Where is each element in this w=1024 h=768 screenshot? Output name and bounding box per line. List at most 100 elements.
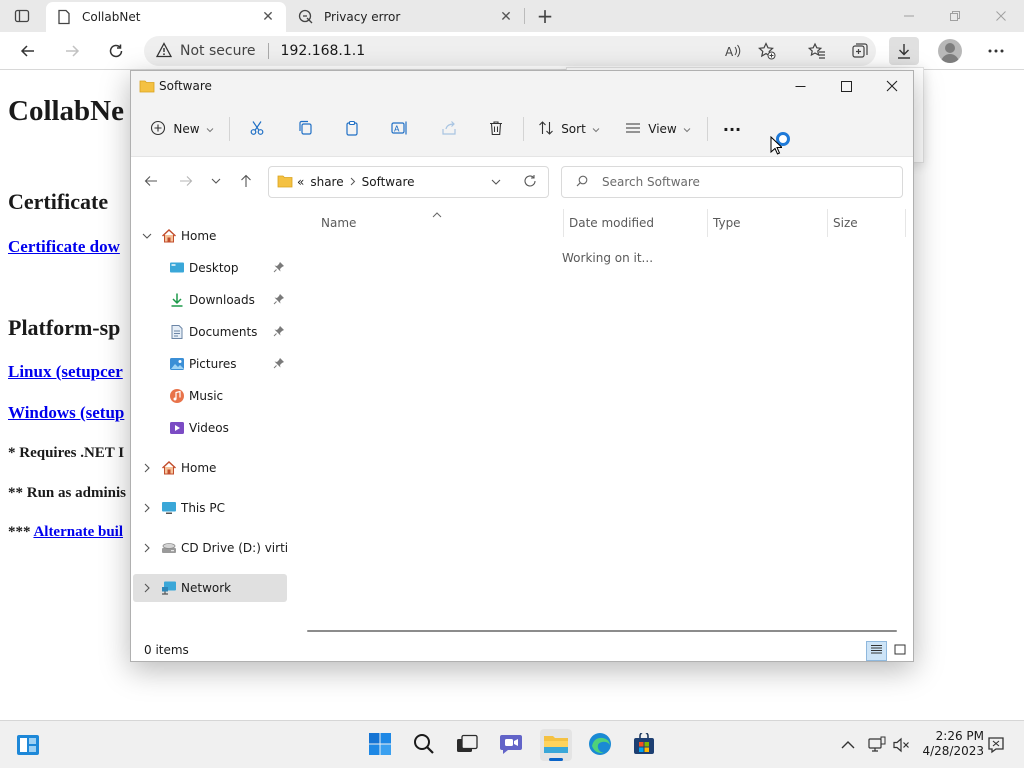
search-input[interactable]: Search Software (561, 166, 903, 198)
address-path[interactable]: « share Software (268, 166, 549, 198)
cut-button[interactable] (245, 115, 269, 143)
refresh-button[interactable] (102, 38, 130, 64)
volume-muted-icon[interactable] (891, 735, 911, 755)
pin-icon[interactable] (273, 357, 285, 372)
chat-button[interactable] (495, 729, 527, 761)
back-button[interactable] (14, 38, 42, 64)
add-favorite-icon[interactable] (756, 40, 778, 62)
close-tab-icon[interactable]: ✕ (498, 9, 514, 25)
store-button[interactable] (628, 729, 660, 761)
taskbar-search-button[interactable] (408, 729, 440, 761)
column-divider[interactable] (827, 209, 828, 237)
nav-item-this-pc[interactable]: This PC (133, 494, 287, 522)
chevron-right-icon[interactable] (141, 542, 153, 554)
alternate-build-link[interactable]: Alternate buil (33, 524, 123, 540)
explorer-forward-button[interactable] (176, 171, 196, 191)
tab-actions-icon[interactable] (14, 8, 30, 24)
rename-button[interactable]: A (388, 115, 412, 143)
url-text[interactable]: 192.168.1.1 (281, 43, 366, 59)
explorer-maximize-button[interactable] (823, 71, 869, 101)
path-segment-share[interactable]: share (310, 175, 343, 189)
nav-item-home[interactable]: Home (133, 454, 287, 482)
chevron-right-icon[interactable] (141, 502, 153, 514)
paste-button[interactable] (340, 115, 364, 143)
column-divider[interactable] (905, 209, 906, 237)
nav-item-downloads[interactable]: Downloads (133, 286, 287, 314)
nav-item-desktop[interactable]: Desktop (133, 254, 287, 282)
chevron-down-icon[interactable] (491, 175, 501, 189)
column-divider[interactable] (707, 209, 708, 237)
network-status-icon[interactable] (867, 735, 887, 755)
horizontal-scrollbar[interactable] (307, 630, 897, 632)
chevron-right-icon[interactable] (141, 462, 153, 474)
recent-locations-button[interactable] (206, 171, 226, 191)
platform-heading: Platform-sp (8, 315, 121, 340)
large-icons-view-button[interactable] (889, 641, 910, 661)
new-tab-button[interactable]: + (534, 4, 556, 28)
up-button[interactable] (236, 171, 256, 191)
chevron-right-icon[interactable] (141, 582, 153, 594)
refresh-icon[interactable] (523, 174, 537, 191)
browser-close-button[interactable] (978, 0, 1024, 32)
profile-avatar[interactable] (938, 39, 962, 63)
nav-item-music[interactable]: Music (133, 382, 287, 410)
new-button[interactable]: New (149, 115, 215, 143)
sort-button[interactable]: Sort (537, 115, 601, 143)
notification-icon[interactable] (986, 735, 1006, 755)
pin-icon[interactable] (273, 293, 285, 308)
certificate-download-link[interactable]: Certificate dow (8, 237, 120, 257)
column-divider[interactable] (563, 209, 564, 237)
collections-button[interactable] (845, 37, 875, 65)
path-segment-software[interactable]: Software (362, 175, 415, 189)
favorites-button[interactable] (802, 37, 832, 65)
pin-icon[interactable] (273, 261, 285, 276)
explorer-back-button[interactable] (141, 171, 161, 191)
nav-item-network[interactable]: Network (133, 574, 287, 602)
nav-item-pictures[interactable]: Pictures (133, 350, 287, 378)
linux-link[interactable]: Linux (setupcer (8, 362, 123, 382)
browser-minimize-button[interactable] (886, 0, 932, 32)
close-tab-icon[interactable]: ✕ (260, 9, 276, 25)
see-more-button[interactable]: ··· (719, 115, 745, 143)
file-explorer-taskbar-button[interactable] (540, 729, 572, 761)
delete-button[interactable] (484, 115, 508, 143)
windows-link[interactable]: Windows (setup (8, 403, 124, 423)
share-button[interactable] (437, 115, 461, 143)
show-hidden-icons-button[interactable] (838, 735, 858, 755)
browser-restore-button[interactable] (932, 0, 978, 32)
chevron-right-icon[interactable] (350, 175, 356, 189)
taskbar-clock[interactable]: 2:26 PM 4/28/2023 (918, 729, 984, 759)
edge-button[interactable] (584, 729, 616, 761)
tab-collabnet[interactable]: CollabNet ✕ (46, 2, 286, 32)
copy-button[interactable] (293, 115, 317, 143)
column-date-modified[interactable]: Date modified (569, 216, 654, 230)
tab-privacy-error[interactable]: Privacy error ✕ (288, 2, 524, 32)
explorer-titlebar[interactable]: Software (131, 71, 913, 101)
sort-icon (538, 120, 554, 139)
security-status[interactable]: Not secure (180, 43, 256, 59)
forward-button[interactable] (58, 38, 86, 64)
nav-item-home-quick-access[interactable]: Home (133, 222, 287, 250)
column-size[interactable]: Size (833, 216, 858, 230)
path-overflow[interactable]: « (297, 175, 304, 189)
column-name[interactable]: Name (321, 216, 356, 230)
nav-item-cd-drive[interactable]: CD Drive (D:) virtio-v (133, 534, 287, 562)
pin-icon[interactable] (273, 325, 285, 340)
command-divider (707, 117, 708, 141)
start-button[interactable] (364, 729, 396, 761)
tab-title: Privacy error (324, 10, 401, 24)
details-view-button[interactable] (866, 641, 887, 661)
nav-item-videos[interactable]: Videos (133, 414, 287, 442)
task-view-button[interactable] (451, 729, 483, 761)
chevron-down-icon[interactable] (141, 230, 153, 242)
downloads-button[interactable] (889, 37, 919, 65)
widgets-button[interactable] (12, 729, 44, 761)
nav-item-documents[interactable]: Documents (133, 318, 287, 346)
explorer-minimize-button[interactable] (777, 71, 823, 101)
explorer-close-button[interactable] (869, 71, 913, 101)
view-button[interactable]: View (625, 115, 691, 143)
column-type[interactable]: Type (713, 216, 741, 230)
warning-icon[interactable] (155, 41, 173, 61)
read-aloud-icon[interactable]: A (722, 40, 744, 62)
settings-more-button[interactable] (981, 37, 1011, 65)
